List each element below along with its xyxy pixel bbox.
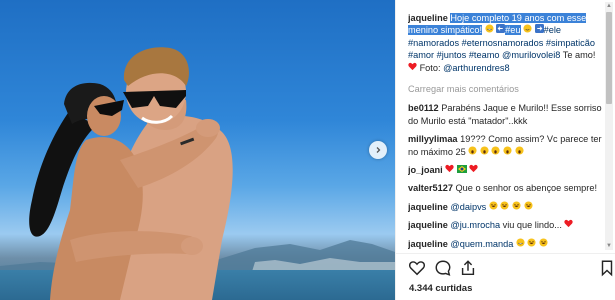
comment-user[interactable]: jo_joani — [408, 165, 443, 175]
heart-emoji-icon — [469, 164, 479, 175]
comment-user[interactable]: jaqueline — [408, 239, 448, 249]
heart-emoji-icon — [445, 164, 454, 175]
comment-bubble-icon[interactable] — [434, 259, 452, 277]
post-actions — [408, 259, 613, 277]
brazil-flag-icon — [456, 165, 467, 175]
comment-item: valter5127 Que o senhor os abençoe sempr… — [408, 182, 603, 194]
laughing-emoji-icon — [500, 201, 509, 212]
comment-text: viu que lindo... — [502, 220, 562, 231]
scream-emoji-icon — [491, 146, 500, 157]
bookmark-icon[interactable] — [598, 259, 615, 277]
arrow-left-emoji-icon — [496, 24, 506, 35]
comment-list[interactable]: jaqueline Hoje completo 19 anos com esse… — [408, 12, 603, 252]
laughing-emoji-icon — [539, 238, 548, 249]
caption-author[interactable]: jaqueline — [408, 13, 448, 23]
caption-tag[interactable]: #simpaticão — [546, 38, 595, 48]
comments-scrollbar[interactable]: ▲ ▼ — [605, 2, 613, 250]
couple-figure — [29, 47, 233, 300]
grin-emoji-icon — [516, 238, 525, 249]
laughing-emoji-icon — [527, 238, 537, 249]
comment-mention[interactable]: @ju.mrocha — [450, 220, 500, 230]
caption-tag[interactable]: #juntos — [437, 50, 467, 60]
comment-user[interactable]: millyylimaa — [408, 134, 458, 144]
scroll-up-icon[interactable]: ▲ — [606, 3, 612, 9]
comment-mention[interactable]: @daipvs — [450, 202, 486, 212]
comment-item: millyylimaa 19??? Como assim? Vc parece … — [408, 133, 603, 158]
heart-emoji-icon — [564, 219, 574, 230]
scream-emoji-icon — [480, 146, 489, 157]
caption-tag[interactable]: #amor — [408, 50, 434, 60]
grin-emoji-icon — [485, 24, 494, 35]
heart-emoji-icon — [408, 62, 417, 73]
caption-te-amo: Te amo! — [562, 50, 596, 61]
next-photo-button[interactable] — [369, 141, 387, 159]
comment-user[interactable]: be0112 — [408, 103, 439, 113]
comment-mention[interactable]: @quem.manda — [450, 239, 513, 249]
caption-tag[interactable]: #eternosnamorados — [462, 38, 544, 48]
comment-item: jaqueline @quem.manda — [408, 238, 603, 250]
divider — [396, 253, 615, 254]
caption-photographer[interactable]: @arthurendres8 — [443, 63, 510, 73]
caption-mention[interactable]: @murilovolei8 — [502, 50, 560, 60]
scream-emoji-icon — [514, 146, 524, 157]
comment-user[interactable]: valter5127 — [408, 183, 453, 193]
caption-tag[interactable]: #teamo — [469, 50, 500, 60]
laughing-emoji-icon — [512, 201, 521, 212]
scream-emoji-icon — [503, 146, 512, 157]
scrollbar-thumb[interactable] — [606, 12, 612, 104]
comment-user[interactable]: jaqueline — [408, 220, 448, 230]
arrow-right-emoji-icon — [534, 24, 544, 35]
caption-tag[interactable]: #eu — [505, 25, 521, 36]
comment-item: jo_joani — [408, 164, 603, 176]
smile-emoji-icon — [523, 24, 532, 35]
likes-count[interactable]: 4.344 curtidas — [409, 283, 472, 294]
share-upload-icon[interactable] — [459, 259, 477, 277]
laughing-emoji-icon — [523, 201, 533, 212]
post-photo[interactable] — [0, 0, 395, 300]
comment-item: jaqueline @daipvs — [408, 201, 603, 213]
comment-item: jaqueline @ju.mrocha viu que lindo... — [408, 219, 603, 231]
chevron-right-icon — [376, 147, 381, 153]
laughing-emoji-icon — [489, 201, 498, 212]
caption-tag[interactable]: #namorados — [408, 38, 459, 48]
comment-user[interactable]: jaqueline — [408, 202, 448, 212]
caption-foto-label: Foto: — [419, 62, 441, 73]
post-caption: jaqueline Hoje completo 19 anos com esse… — [408, 12, 603, 74]
scroll-down-icon[interactable]: ▼ — [606, 243, 612, 249]
comment-item: be0112 Parabéns Jaque e Murilo!! Esse so… — [408, 102, 603, 127]
load-more-comments[interactable]: Carregar mais comentários — [408, 83, 603, 95]
scream-emoji-icon — [468, 146, 477, 157]
heart-outline-icon[interactable] — [408, 259, 426, 277]
comments-panel: jaqueline Hoje completo 19 anos com esse… — [395, 0, 615, 300]
comment-text: Que o senhor os abençoe sempre! — [455, 183, 598, 194]
caption-tag[interactable]: #ele — [544, 25, 561, 35]
